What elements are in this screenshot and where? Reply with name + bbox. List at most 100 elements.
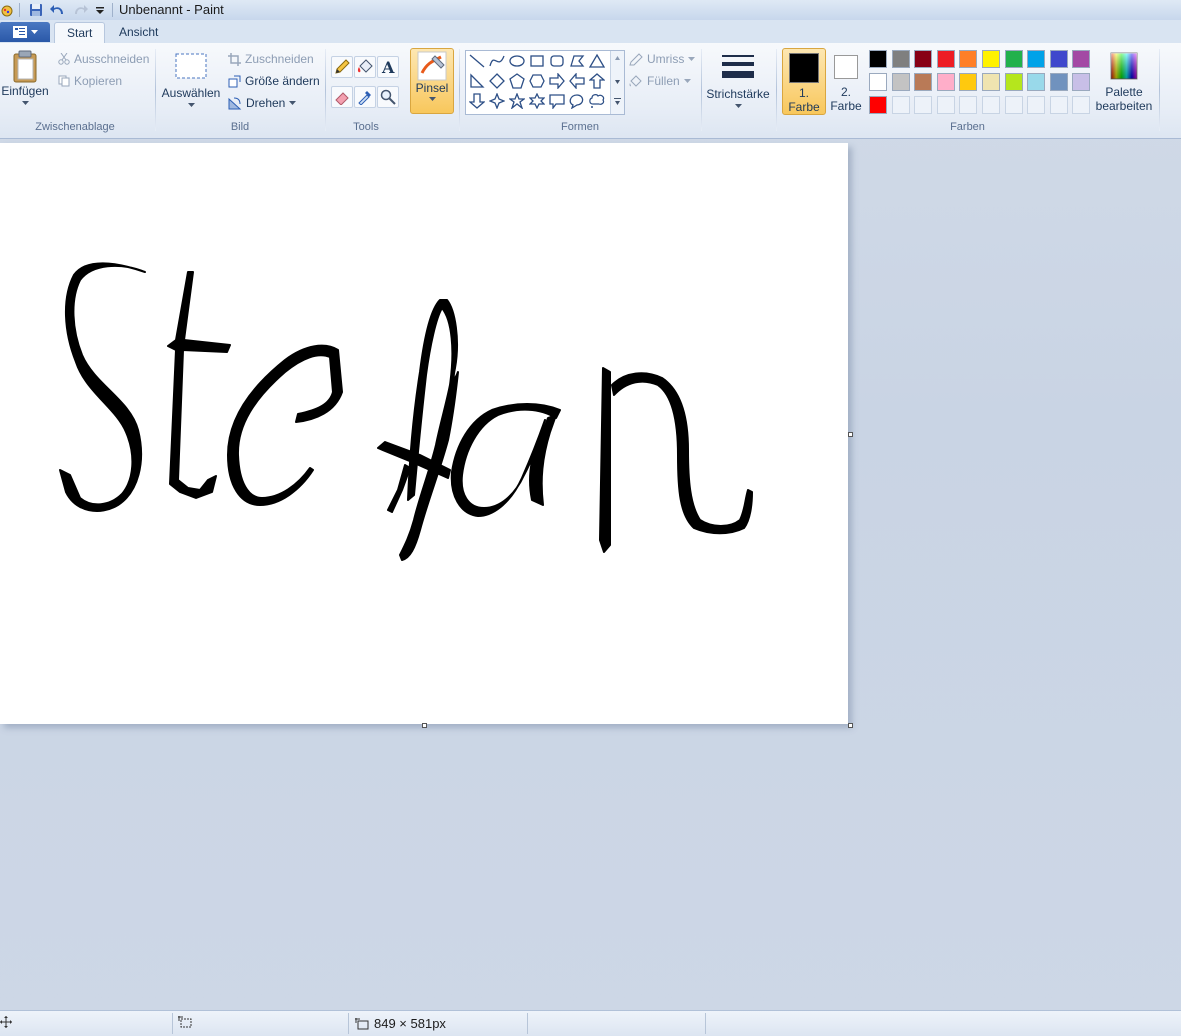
- right-arrow-shape[interactable]: [548, 72, 566, 90]
- shapes-scroll[interactable]: [610, 51, 624, 114]
- palette-swatch[interactable]: [982, 50, 1000, 68]
- oval-shape[interactable]: [508, 52, 526, 70]
- oval-callout-shape[interactable]: [568, 92, 586, 110]
- save-icon[interactable]: [28, 2, 44, 18]
- palette-swatch[interactable]: [1049, 96, 1068, 114]
- rounded-rectangle-shape[interactable]: [548, 52, 566, 70]
- six-point-star-shape[interactable]: [528, 92, 546, 110]
- palette-swatch[interactable]: [914, 96, 933, 114]
- selection-size-glyph-icon: [178, 1016, 192, 1028]
- palette-swatch[interactable]: [914, 73, 933, 91]
- color2-label: 2.: [840, 85, 851, 99]
- palette-swatch[interactable]: [959, 50, 978, 68]
- curve-shape[interactable]: [488, 52, 506, 70]
- palette-swatch[interactable]: [1072, 50, 1091, 68]
- image-size: 849 × 581px: [355, 1016, 446, 1031]
- cut-button[interactable]: Ausschneiden: [58, 52, 149, 66]
- six-point-star-icon: [529, 93, 545, 109]
- shapes-gallery: [465, 50, 625, 115]
- fill-button[interactable]: Füllen: [629, 74, 691, 88]
- palette-swatch[interactable]: [1027, 50, 1046, 68]
- palette-swatch[interactable]: [914, 50, 933, 68]
- brush-button[interactable]: Pinsel: [410, 48, 454, 114]
- palette-swatch[interactable]: [891, 73, 910, 91]
- palette-swatch[interactable]: [936, 50, 955, 68]
- cloud-callout-shape[interactable]: [588, 92, 606, 110]
- eraser-tool[interactable]: [331, 86, 353, 108]
- right-triangle-shape[interactable]: [468, 72, 486, 90]
- arrow-left-icon: [569, 73, 585, 89]
- resize-button[interactable]: Größe ändern: [228, 74, 320, 88]
- resize-handle-corner[interactable]: [848, 723, 853, 728]
- up-arrow-shape[interactable]: [588, 72, 606, 90]
- palette-swatch[interactable]: [869, 96, 887, 114]
- undo-icon[interactable]: [50, 2, 66, 18]
- down-arrow-shape[interactable]: [468, 92, 486, 110]
- palette-swatch[interactable]: [1049, 50, 1068, 68]
- palette-swatch[interactable]: [1004, 73, 1023, 91]
- copy-button[interactable]: Kopieren: [58, 74, 122, 88]
- palette-swatch[interactable]: [936, 73, 955, 91]
- resize-handle-right[interactable]: [848, 432, 853, 437]
- paste-button[interactable]: Einfügen: [1, 50, 49, 106]
- palette-swatch[interactable]: [1027, 96, 1046, 114]
- text-tool[interactable]: A: [377, 56, 399, 78]
- magnifier-tool[interactable]: [377, 86, 399, 108]
- five-point-star-shape[interactable]: [508, 92, 526, 110]
- palette-swatch[interactable]: [1004, 96, 1023, 114]
- triangle-icon: [589, 53, 605, 68]
- color1-button[interactable]: 1. Farbe: [782, 48, 826, 115]
- palette-swatch[interactable]: [869, 73, 887, 91]
- polygon-icon: [570, 55, 585, 67]
- palette-swatch[interactable]: [959, 96, 978, 114]
- callout-cloud-icon: [589, 94, 605, 108]
- hexagon-shape[interactable]: [528, 72, 546, 90]
- image-size-label: 849 × 581px: [374, 1016, 446, 1031]
- palette-swatch[interactable]: [1004, 50, 1023, 68]
- four-point-star-shape[interactable]: [488, 92, 506, 110]
- image-size-icon: [355, 1017, 369, 1029]
- rectangle-shape[interactable]: [528, 52, 546, 70]
- left-arrow-shape[interactable]: [568, 72, 586, 90]
- select-button[interactable]: Auswählen: [161, 53, 221, 108]
- palette-swatch[interactable]: [869, 50, 887, 68]
- palette-swatch[interactable]: [959, 73, 978, 91]
- resize-handle-bottom[interactable]: [422, 723, 427, 728]
- outline-button[interactable]: Umriss: [629, 52, 696, 66]
- stroke-width-button[interactable]: Strichstärke: [706, 53, 770, 109]
- fill-tool[interactable]: [354, 56, 376, 78]
- palette-swatch[interactable]: [982, 96, 1000, 114]
- palette-swatch[interactable]: [1072, 73, 1091, 91]
- paint-bucket-icon: [357, 59, 373, 73]
- color-picker-tool[interactable]: [354, 86, 376, 108]
- palette-swatch[interactable]: [1027, 73, 1046, 91]
- diamond-icon: [489, 73, 505, 89]
- palette-swatch[interactable]: [891, 96, 910, 114]
- palette-swatch[interactable]: [982, 73, 1000, 91]
- drawing-canvas[interactable]: [0, 143, 848, 724]
- polygon-shape[interactable]: [568, 52, 586, 70]
- rotate-button[interactable]: Drehen: [228, 96, 297, 110]
- edit-colors-button[interactable]: Palette bearbeiten: [1095, 51, 1153, 113]
- rectangular-callout-shape[interactable]: [548, 92, 566, 110]
- tab-start[interactable]: Start: [54, 22, 106, 44]
- palette-swatch[interactable]: [1049, 73, 1068, 91]
- color2-sublabel: Farbe: [830, 99, 862, 113]
- rotate-label: Drehen: [246, 96, 286, 110]
- crop-button[interactable]: Zuschneiden: [228, 52, 314, 66]
- diamond-shape[interactable]: [488, 72, 506, 90]
- paint-menu-button[interactable]: [0, 22, 50, 42]
- triangle-shape[interactable]: [588, 52, 606, 70]
- resize-icon: [228, 75, 241, 87]
- tab-ansicht[interactable]: Ansicht: [107, 22, 170, 43]
- line-shape[interactable]: [468, 52, 486, 70]
- pencil-tool[interactable]: [331, 56, 353, 78]
- palette-swatch[interactable]: [936, 96, 955, 114]
- redo-icon[interactable]: [72, 2, 88, 18]
- pentagon-shape[interactable]: [508, 72, 526, 90]
- palette-swatch[interactable]: [1072, 96, 1091, 114]
- color2-button[interactable]: 2. Farbe: [827, 48, 865, 113]
- outline-label: Umriss: [647, 52, 685, 66]
- customize-quick-access-icon[interactable]: [92, 2, 108, 18]
- palette-swatch[interactable]: [891, 50, 910, 68]
